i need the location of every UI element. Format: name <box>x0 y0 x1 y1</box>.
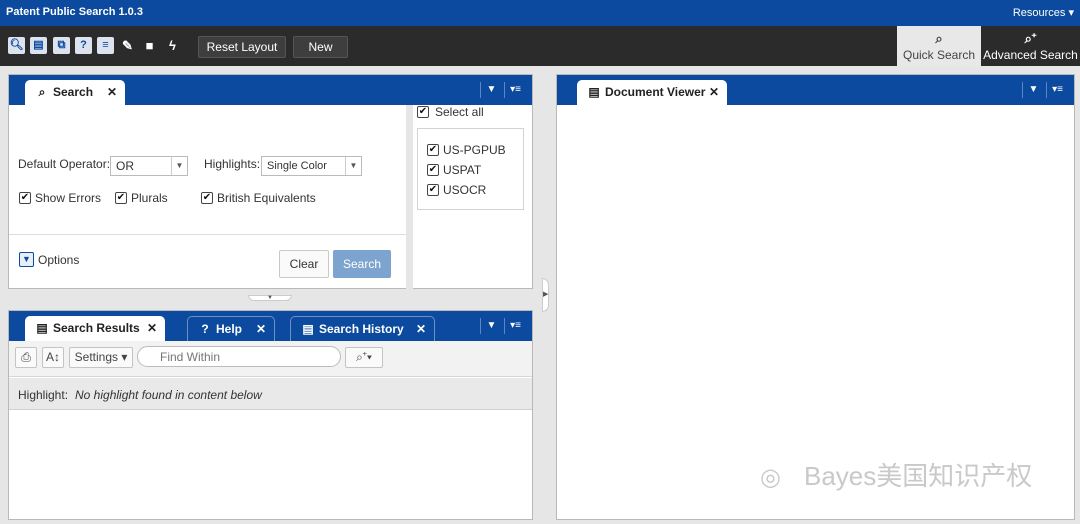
results-panel-header: ▤ Search Results ✕ ? Help ✕ ▤ Search Histor… <box>9 311 532 341</box>
default-operator-select[interactable]: OR ▼ <box>110 156 188 176</box>
default-operator-label: Default Operator: <box>18 157 111 171</box>
lightning-icon[interactable]: ϟ <box>164 37 181 54</box>
highlights-value: Single Color <box>267 160 327 172</box>
main-toolbar: 🔍︎ ▤ ⧉ ? ≡ ✎ ■ ϟ Reset Layout New ⌕ Quic… <box>0 26 1080 66</box>
sticky-note-icon[interactable]: ■ <box>141 37 158 54</box>
options-label[interactable]: Options <box>38 253 79 267</box>
help-icon[interactable]: ? <box>75 37 92 54</box>
help-tab-icon: ? <box>201 322 209 336</box>
history-tab-icon: ▤ <box>302 322 314 336</box>
clear-button[interactable]: Clear <box>279 250 329 278</box>
database-list: ✔ US-PGPUB ✔ USPAT ✔ USOCR <box>417 128 524 210</box>
find-within-input[interactable] <box>137 346 341 367</box>
plurals-checkbox[interactable]: ✔ <box>115 192 127 204</box>
highlight-bar: Highlight: No highlight found in content… <box>9 378 532 410</box>
advanced-search-tab[interactable]: ⌕⁺ Advanced Search <box>981 26 1080 66</box>
document-viewer-tab-label: Document Viewer <box>605 85 706 99</box>
print-icon[interactable]: ⎙ <box>15 347 37 368</box>
highlight-label: Highlight: <box>18 388 69 402</box>
quick-search-label: Quick Search <box>902 48 976 62</box>
british-equivalents-checkbox[interactable]: ✔ <box>201 192 213 204</box>
usocr-checkbox[interactable]: ✔ <box>427 184 439 196</box>
title-bar: Patent Public Search 1.0.3 Resources ▾ <box>0 0 1080 26</box>
chevron-down-icon: ▼ <box>345 157 361 175</box>
plurals-label: Plurals <box>131 191 168 205</box>
new-button[interactable]: New <box>293 36 348 58</box>
copy-icon[interactable]: ⧉ <box>53 37 70 54</box>
settings-dropdown[interactable]: Settings ▾ <box>69 347 133 368</box>
panel-menu-icon[interactable]: ▾≡ <box>504 318 526 334</box>
chevron-down-icon: ▼ <box>171 157 187 175</box>
close-icon[interactable]: ✕ <box>107 80 117 105</box>
document-icon[interactable]: ≡ <box>97 37 114 54</box>
us-pgpub-checkbox[interactable]: ✔ <box>427 144 439 156</box>
vertical-splitter[interactable]: ▶ <box>541 66 549 524</box>
reset-layout-button[interactable]: Reset Layout <box>198 36 286 58</box>
horizontal-splitter[interactable]: ▼ <box>0 290 541 301</box>
close-icon[interactable]: ✕ <box>147 316 157 341</box>
tab-search-history[interactable]: ▤ Search History ✕ <box>290 316 435 341</box>
search-tab-label: Search <box>53 85 94 99</box>
advanced-search-icon: ⌕⁺ <box>1024 31 1037 46</box>
watermark: ◎ Bayes美国知识产权 <box>760 456 1032 493</box>
resources-menu[interactable]: Resources ▾ <box>1013 6 1074 19</box>
select-all-label: Select all <box>435 105 484 119</box>
quick-search-icon: ⌕ <box>935 31 943 46</box>
tab-document-viewer[interactable]: ▤ Document Viewer ✕ <box>577 80 727 105</box>
chevron-down-icon[interactable]: ▼ <box>480 82 502 98</box>
highlight-message: No highlight found in content below <box>75 388 262 402</box>
select-all-checkbox[interactable]: ✔ <box>417 106 429 118</box>
uspat-checkbox[interactable]: ✔ <box>427 164 439 176</box>
results-toolbar: ⎙ A↕ Settings ▾ ⌕ ⌕⁺▾ <box>9 341 532 377</box>
divider <box>9 234 406 235</box>
panel-menu-icon[interactable]: ▾≡ <box>504 82 526 98</box>
british-equivalents-label: British Equivalents <box>217 191 316 205</box>
quick-search-tab[interactable]: ⌕ Quick Search <box>897 26 981 66</box>
help-tab-label: Help <box>216 322 243 336</box>
options-toggle-icon[interactable]: ▼ <box>19 252 34 267</box>
note-add-icon[interactable]: ✎ <box>119 37 136 54</box>
tab-search-results[interactable]: ▤ Search Results ✕ <box>25 316 165 341</box>
close-icon[interactable]: ✕ <box>709 80 719 105</box>
default-operator-value: OR <box>116 159 134 173</box>
document-viewer-panel: ▤ Document Viewer ✕ ▼ ▾≡ <box>556 74 1075 520</box>
search-panel-header: ⌕ Search ✕ ▼ ▾≡ <box>9 75 532 105</box>
tab-help[interactable]: ? Help ✕ <box>187 316 275 341</box>
wechat-logo-icon: ◎ <box>760 464 781 491</box>
uspat-label: USPAT <box>443 163 482 177</box>
close-icon[interactable]: ✕ <box>256 317 266 342</box>
collapse-handle-icon[interactable]: ▼ <box>248 295 292 301</box>
search-options-icon[interactable]: ⌕⁺▾ <box>345 347 383 368</box>
chevron-down-icon[interactable]: ▼ <box>480 318 502 334</box>
search-icon[interactable]: 🔍︎ <box>8 37 25 54</box>
show-errors-label: Show Errors <box>35 191 102 205</box>
expand-handle-icon[interactable]: ▶ <box>542 278 549 312</box>
settings-label: Settings <box>74 350 118 364</box>
tab-search[interactable]: ⌕ Search ✕ <box>25 80 125 105</box>
show-errors-checkbox[interactable]: ✔ <box>19 192 31 204</box>
chevron-down-icon[interactable]: ▼ <box>1022 82 1044 98</box>
document-icon: ▤ <box>588 85 600 99</box>
search-panel: ⌕ Search ✕ ▼ ▾≡ Default Operator: OR ▼ Hi… <box>8 74 533 289</box>
panel-menu-icon[interactable]: ▾≡ <box>1046 82 1068 98</box>
search-results-tab-label: Search Results <box>53 321 140 335</box>
font-size-icon[interactable]: A↕ <box>42 347 64 368</box>
search-tab-icon: ⌕ <box>38 85 46 99</box>
document-viewer-header: ▤ Document Viewer ✕ ▼ ▾≡ <box>557 75 1074 105</box>
highlights-select[interactable]: Single Color ▼ <box>261 156 362 176</box>
usocr-label: USOCR <box>443 183 487 197</box>
search-history-tab-label: Search History <box>319 322 404 336</box>
advanced-search-label: Advanced Search <box>983 48 1078 62</box>
inner-splitter[interactable] <box>406 105 413 289</box>
results-panel: ▤ Search Results ✕ ? Help ✕ ▤ Search Histor… <box>8 310 533 520</box>
close-icon[interactable]: ✕ <box>416 317 426 342</box>
watermark-text: Bayes美国知识产权 <box>804 461 1033 491</box>
us-pgpub-label: US-PGPUB <box>443 143 506 157</box>
highlights-label: Highlights: <box>204 157 261 171</box>
clipboard-search-icon[interactable]: ▤ <box>30 37 47 54</box>
results-list-icon: ▤ <box>36 321 48 335</box>
app-title: Patent Public Search 1.0.3 <box>6 6 143 18</box>
search-button[interactable]: Search <box>333 250 391 278</box>
